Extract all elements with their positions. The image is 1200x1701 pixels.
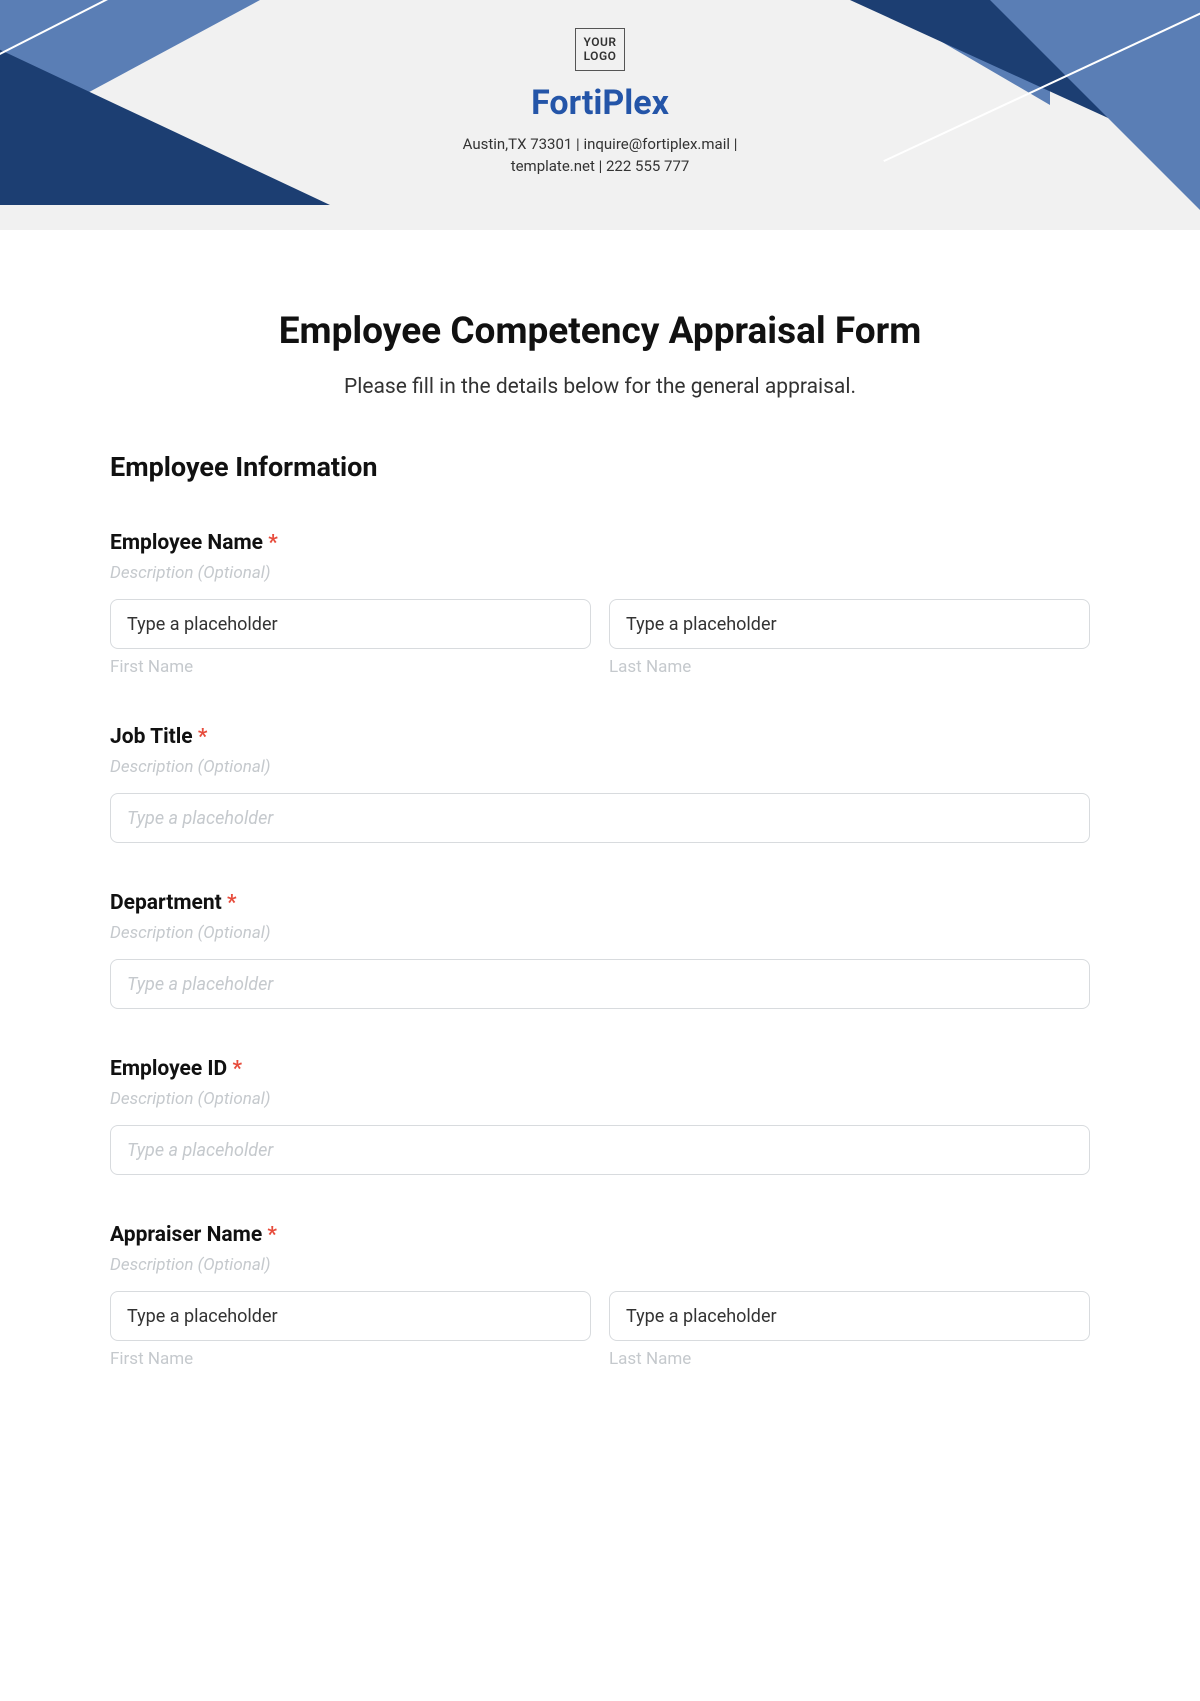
- field-description[interactable]: Description (Optional): [110, 1255, 1090, 1275]
- field-department: Department * Description (Optional): [110, 891, 1090, 1009]
- company-name: FortiPlex: [0, 83, 1200, 123]
- label-job-title: Job Title *: [110, 725, 1090, 749]
- department-input[interactable]: [110, 959, 1090, 1009]
- form-title: Employee Competency Appraisal Form: [110, 310, 1090, 353]
- field-job-title: Job Title * Description (Optional): [110, 725, 1090, 843]
- field-description[interactable]: Description (Optional): [110, 757, 1090, 777]
- first-name-input[interactable]: [110, 599, 591, 649]
- appraiser-first-name-input[interactable]: [110, 1291, 591, 1341]
- logo-placeholder: YOUR LOGO: [575, 28, 626, 71]
- field-employee-id: Employee ID * Description (Optional): [110, 1057, 1090, 1175]
- field-appraiser-name: Appraiser Name * Description (Optional) …: [110, 1223, 1090, 1369]
- employee-id-input[interactable]: [110, 1125, 1090, 1175]
- label-employee-name: Employee Name *: [110, 531, 1090, 555]
- form-content: Employee Competency Appraisal Form Pleas…: [0, 230, 1200, 1409]
- sublabel-first-name: First Name: [110, 1349, 591, 1369]
- page-header: YOUR LOGO FortiPlex Austin,TX 73301 | in…: [0, 0, 1200, 230]
- form-subtitle: Please fill in the details below for the…: [110, 375, 1090, 399]
- label-employee-id: Employee ID *: [110, 1057, 1090, 1081]
- last-name-input[interactable]: [609, 599, 1090, 649]
- sublabel-last-name: Last Name: [609, 657, 1090, 677]
- sublabel-last-name: Last Name: [609, 1349, 1090, 1369]
- label-department: Department *: [110, 891, 1090, 915]
- sublabel-first-name: First Name: [110, 657, 591, 677]
- label-appraiser-name: Appraiser Name *: [110, 1223, 1090, 1247]
- field-employee-name: Employee Name * Description (Optional) F…: [110, 531, 1090, 677]
- field-description[interactable]: Description (Optional): [110, 1089, 1090, 1109]
- section-employee-info: Employee Information: [110, 451, 1090, 483]
- field-description[interactable]: Description (Optional): [110, 563, 1090, 583]
- field-description[interactable]: Description (Optional): [110, 923, 1090, 943]
- appraiser-last-name-input[interactable]: [609, 1291, 1090, 1341]
- contact-info: Austin,TX 73301 | inquire@fortiplex.mail…: [410, 133, 790, 178]
- job-title-input[interactable]: [110, 793, 1090, 843]
